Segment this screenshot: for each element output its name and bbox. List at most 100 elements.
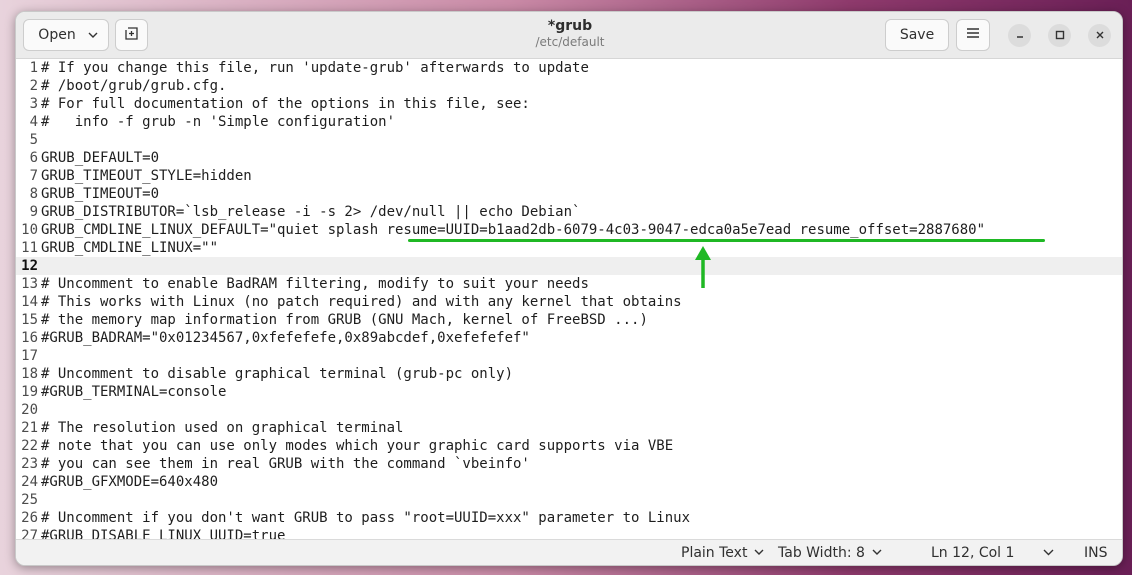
- line-text: GRUB_CMDLINE_LINUX_DEFAULT="quiet splash…: [41, 222, 986, 238]
- line-number: 7: [29, 168, 38, 184]
- hamburger-menu-icon: [966, 27, 980, 43]
- maximize-button[interactable]: [1048, 24, 1071, 47]
- line-number: 9: [29, 204, 38, 220]
- new-tab-button[interactable]: [115, 19, 148, 51]
- line-text: #GRUB_TERMINAL=console: [41, 384, 227, 400]
- minimize-button[interactable]: [1008, 24, 1031, 47]
- code-line[interactable]: 26 # Uncomment if you don't want GRUB to …: [16, 509, 1122, 527]
- line-number: 23: [21, 456, 38, 472]
- window-title: *grub: [547, 18, 593, 34]
- line-text: # you can see them in real GRUB with the…: [41, 456, 530, 472]
- line-text: # For full documentation of the options …: [41, 96, 530, 112]
- code-line[interactable]: 7 GRUB_TIMEOUT_STYLE=hidden: [16, 167, 1122, 185]
- window-title-area: *grub /etc/default: [416, 18, 724, 49]
- line-number: 10: [21, 222, 38, 238]
- window-subtitle: /etc/default: [535, 35, 605, 49]
- code-line[interactable]: 19 #GRUB_TERMINAL=console: [16, 383, 1122, 401]
- highlight-underline: [408, 239, 1045, 242]
- line-number: 2: [29, 78, 38, 94]
- minimize-icon: [1015, 29, 1025, 43]
- tab-width-selector[interactable]: Tab Width: 8: [778, 545, 882, 561]
- status-bar: Plain Text Tab Width: 8 Ln 12, Col 1 INS: [16, 539, 1122, 565]
- line-number: 26: [21, 510, 38, 526]
- code-line[interactable]: 2 # /boot/grub/grub.cfg.: [16, 77, 1122, 95]
- code-line[interactable]: 16 #GRUB_BADRAM="0x01234567,0xfefefefe,0x…: [16, 329, 1122, 347]
- open-button-label: Open: [38, 27, 76, 43]
- code-line[interactable]: 23 # you can see them in real GRUB with t…: [16, 455, 1122, 473]
- code-line[interactable]: 17: [16, 347, 1122, 365]
- code-line[interactable]: 5: [16, 131, 1122, 149]
- line-number: 19: [21, 384, 38, 400]
- code-line[interactable]: 21 # The resolution used on graphical ter…: [16, 419, 1122, 437]
- code-lines: 1 # If you change this file, run 'update-…: [16, 59, 1122, 539]
- gedit-window: Open *grub /etc/default Save 1 # If you …: [15, 11, 1123, 566]
- text-editor-area[interactable]: 1 # If you change this file, run 'update-…: [16, 59, 1122, 539]
- header-bar: Open *grub /etc/default Save: [16, 12, 1122, 59]
- close-icon: [1095, 29, 1105, 43]
- code-line[interactable]: 20: [16, 401, 1122, 419]
- new-tab-icon: [124, 26, 139, 45]
- line-text: # /boot/grub/grub.cfg.: [41, 78, 227, 94]
- line-number: 3: [29, 96, 38, 112]
- chevron-down-icon: [872, 548, 882, 559]
- line-text: GRUB_DEFAULT=0: [41, 150, 160, 166]
- line-text: GRUB_CMDLINE_LINUX="": [41, 240, 219, 256]
- insert-mode-label: INS: [1084, 545, 1108, 561]
- line-text: # note that you can use only modes which…: [41, 438, 674, 454]
- code-line[interactable]: 8 GRUB_TIMEOUT=0: [16, 185, 1122, 203]
- line-number: 21: [21, 420, 38, 436]
- line-text: # This works with Linux (no patch requir…: [41, 294, 682, 310]
- line-number: 1: [29, 60, 38, 76]
- code-line[interactable]: 12: [16, 257, 1122, 275]
- line-number: 24: [21, 474, 38, 490]
- line-text: #GRUB_DISABLE_LINUX_UUID=true: [41, 528, 286, 539]
- maximize-icon: [1055, 29, 1065, 43]
- main-menu-button[interactable]: [956, 19, 990, 51]
- code-line[interactable]: 24 #GRUB_GFXMODE=640x480: [16, 473, 1122, 491]
- code-line[interactable]: 9 GRUB_DISTRIBUTOR=`lsb_release -i -s 2> …: [16, 203, 1122, 221]
- line-number: 5: [29, 132, 38, 148]
- line-text: # Uncomment if you don't want GRUB to pa…: [41, 510, 691, 526]
- cursor-position-menu[interactable]: [1043, 548, 1054, 559]
- line-number: 12: [21, 258, 38, 274]
- code-line[interactable]: 1 # If you change this file, run 'update-…: [16, 59, 1122, 77]
- save-button-label: Save: [899, 27, 935, 43]
- code-line[interactable]: 22 # note that you can use only modes whi…: [16, 437, 1122, 455]
- line-number: 20: [21, 402, 38, 418]
- code-line[interactable]: 6 GRUB_DEFAULT=0: [16, 149, 1122, 167]
- cursor-position-label: Ln 12, Col 1: [931, 545, 1015, 561]
- cursor-position[interactable]: Ln 12, Col 1: [931, 545, 1014, 561]
- language-selector[interactable]: Plain Text: [681, 545, 764, 561]
- tab-width-label: Tab Width: 8: [778, 545, 865, 561]
- code-line[interactable]: 27 #GRUB_DISABLE_LINUX_UUID=true: [16, 527, 1122, 539]
- line-text: # If you change this file, run 'update-g…: [41, 60, 589, 76]
- code-line[interactable]: 18 # Uncomment to disable graphical termi…: [16, 365, 1122, 383]
- line-text: # the memory map information from GRUB (…: [41, 312, 648, 328]
- save-button[interactable]: Save: [885, 19, 949, 51]
- insert-mode-indicator[interactable]: INS: [1084, 545, 1108, 561]
- code-line[interactable]: 4 # info -f grub -n 'Simple configuration…: [16, 113, 1122, 131]
- line-number: 16: [21, 330, 38, 346]
- line-number: 17: [21, 348, 38, 364]
- code-line[interactable]: 3 # For full documentation of the options…: [16, 95, 1122, 113]
- code-line[interactable]: 25: [16, 491, 1122, 509]
- line-number: 22: [21, 438, 38, 454]
- code-line[interactable]: 10 GRUB_CMDLINE_LINUX_DEFAULT="quiet spla…: [16, 221, 1122, 239]
- close-button[interactable]: [1088, 24, 1111, 47]
- line-text: #GRUB_BADRAM="0x01234567,0xfefefefe,0x89…: [41, 330, 530, 346]
- line-number: 25: [21, 492, 38, 508]
- line-number: 13: [21, 276, 38, 292]
- line-number: 11: [21, 240, 38, 256]
- line-number: 14: [21, 294, 38, 310]
- code-line[interactable]: 13 # Uncomment to enable BadRAM filtering…: [16, 275, 1122, 293]
- language-label: Plain Text: [681, 545, 748, 561]
- line-text: # Uncomment to disable graphical termina…: [41, 366, 514, 382]
- line-number: 27: [21, 528, 38, 539]
- line-number: 15: [21, 312, 38, 328]
- line-text: GRUB_TIMEOUT_STYLE=hidden: [41, 168, 252, 184]
- line-text: GRUB_DISTRIBUTOR=`lsb_release -i -s 2> /…: [41, 204, 581, 220]
- code-line[interactable]: 14 # This works with Linux (no patch requ…: [16, 293, 1122, 311]
- code-line[interactable]: 15 # the memory map information from GRUB…: [16, 311, 1122, 329]
- line-text: # info -f grub -n 'Simple configuration': [41, 114, 396, 130]
- open-button[interactable]: Open: [23, 19, 109, 51]
